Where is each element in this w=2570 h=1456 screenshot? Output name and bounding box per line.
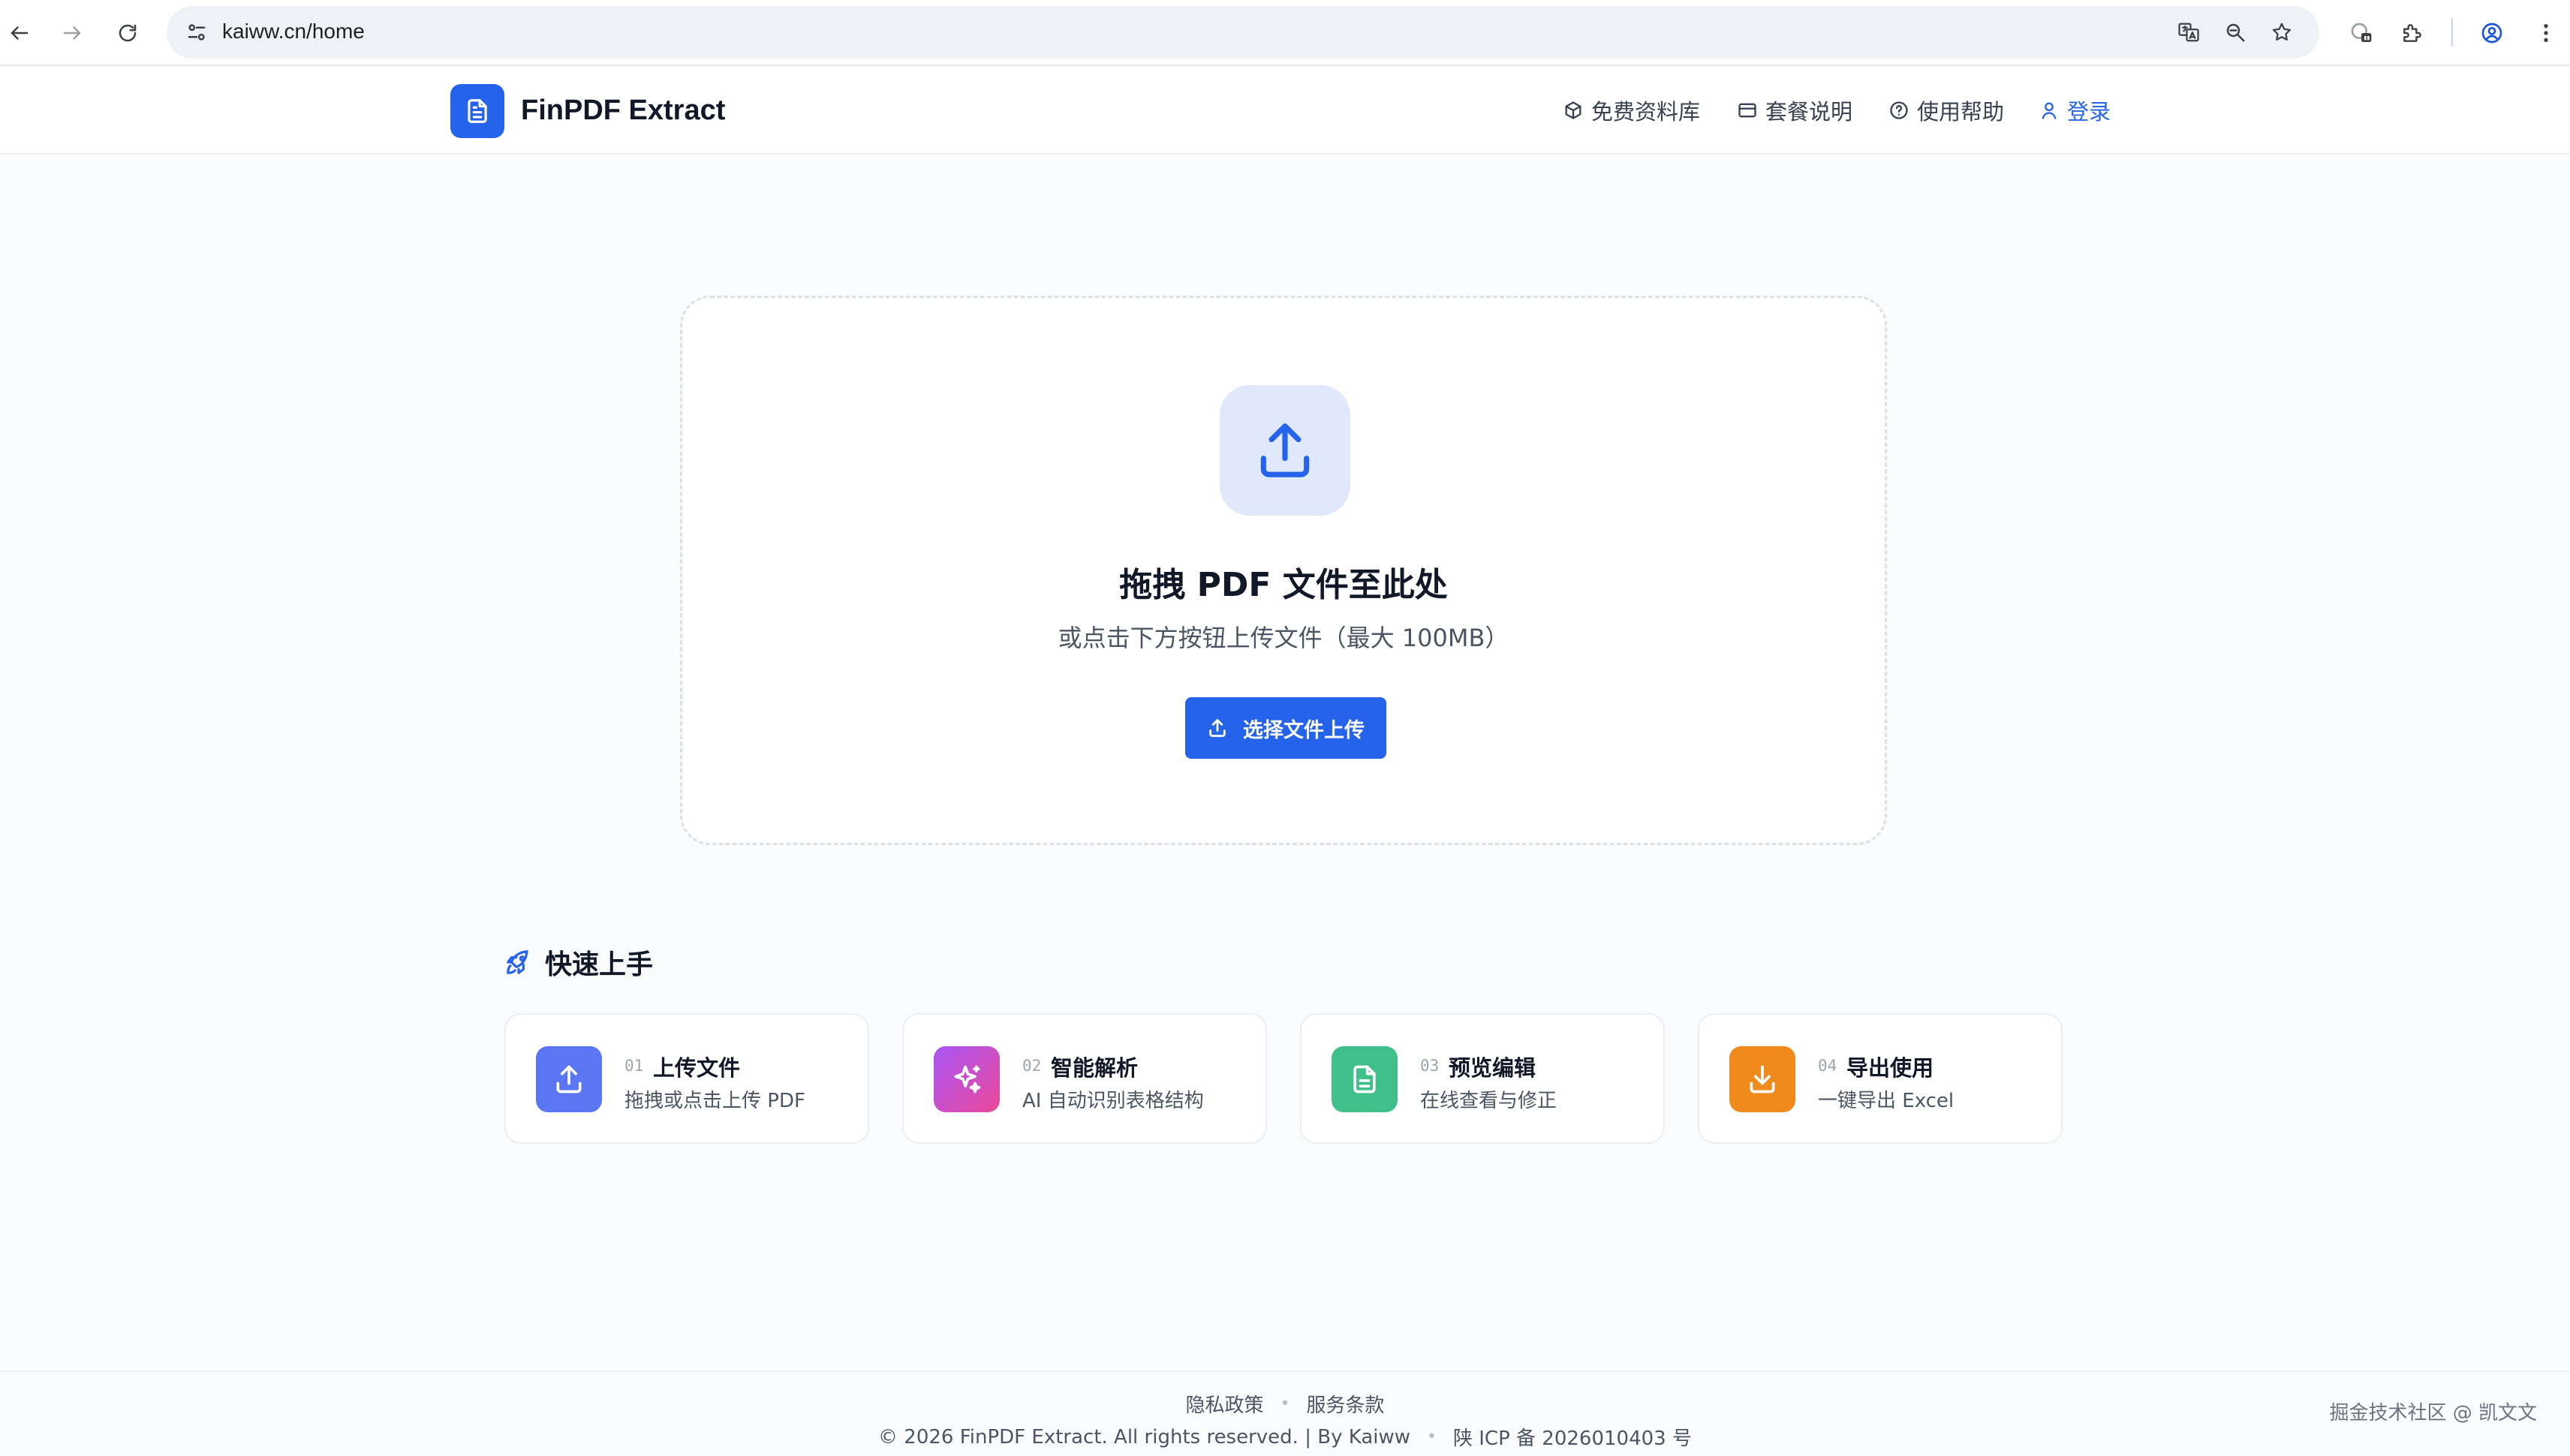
toolbar-separator: [2451, 18, 2453, 47]
arrow-left-icon: [11, 26, 29, 40]
url-text: kaiww.cn/home: [222, 20, 365, 43]
step-description: 拖拽或点击上传 PDF: [624, 1090, 805, 1112]
logo[interactable]: [450, 84, 504, 138]
step-number: 04: [1818, 1057, 1837, 1075]
translate-button[interactable]: [2172, 16, 2205, 49]
profile-icon: [2481, 23, 2502, 44]
separator-dot: •: [1280, 1394, 1290, 1413]
step-number: 02: [1022, 1057, 1042, 1075]
step-description: AI 自动识别表格结构: [1022, 1090, 1204, 1112]
extensions-menu-button[interactable]: [2394, 15, 2430, 51]
upload-icon-tile: [1220, 385, 1350, 516]
nav-help[interactable]: 使用帮助: [1888, 95, 2004, 126]
nav-plans[interactable]: 套餐说明: [1737, 95, 1852, 126]
cube-icon: [1565, 101, 1581, 119]
help-circle-icon: [1890, 101, 1908, 119]
more-vertical-icon: [2544, 24, 2548, 42]
rocket-icon: [507, 950, 528, 974]
icp-link[interactable]: 陕 ICP 备 2026010403 号: [1453, 1423, 1692, 1451]
step-card-export: 04 导出使用 一键导出 Excel: [1698, 1013, 2063, 1144]
extension-badge-icon: [2351, 23, 2372, 42]
card-icon: [1738, 103, 1756, 118]
step-title: 上传文件: [653, 1055, 741, 1081]
step-title: 导出使用: [1846, 1055, 1934, 1081]
upload-icon: [556, 1065, 582, 1094]
watermark-text: 掘金技术社区 @ 凯文文: [2329, 1402, 2537, 1424]
site-footer: 隐私政策 • 服务条款 © 2026 FinPDF Extract. All r…: [0, 1370, 2570, 1456]
nav-label: 使用帮助: [1917, 99, 2005, 125]
step-icon-tile: [934, 1046, 1000, 1112]
pdf-drop-zone[interactable]: 拖拽 PDF 文件至此处 或点击下方按钮上传文件（最大 100MB） 选择文件上…: [680, 296, 1887, 845]
tune-icon: [188, 24, 206, 41]
nav-label: 登录: [2067, 99, 2111, 125]
privacy-policy-link[interactable]: 隐私政策: [1185, 1390, 1263, 1418]
translate-icon: [2178, 23, 2199, 42]
quick-start-heading: 快速上手: [504, 943, 653, 982]
step-card-preview: 03 预览编辑 在线查看与修正: [1300, 1013, 1665, 1144]
zoom-button[interactable]: [2219, 16, 2252, 49]
address-bar[interactable]: kaiww.cn/home: [167, 6, 2319, 59]
upload-icon: [1209, 719, 1226, 737]
reload-icon: [119, 24, 137, 42]
step-card-upload: 01 上传文件 拖拽或点击上传 PDF: [504, 1013, 869, 1144]
quick-start-title: 快速上手: [545, 949, 654, 980]
footer-copyright-row: © 2026 FinPDF Extract. All rights reserv…: [0, 1423, 2570, 1451]
step-icon-tile: [1729, 1046, 1795, 1112]
select-file-upload-button[interactable]: 选择文件上传: [1185, 697, 1386, 759]
step-number: 03: [1420, 1057, 1440, 1075]
upload-icon: [1260, 423, 1310, 477]
step-icon-tile: [536, 1046, 602, 1112]
copyright-text: © 2026 FinPDF Extract. All rights reserv…: [878, 1425, 1410, 1448]
nav-label: 免费资料库: [1591, 99, 1701, 125]
step-description: 在线查看与修正: [1420, 1090, 1557, 1112]
sparkles-icon: [954, 1065, 981, 1094]
step-description: 一键导出 Excel: [1818, 1090, 1955, 1112]
download-icon: [1750, 1065, 1775, 1094]
nav-login[interactable]: 登录: [2039, 95, 2111, 126]
upload-subtitle: 或点击下方按钮上传文件（最大 100MB）: [1058, 624, 1509, 652]
bookmark-button[interactable]: [2265, 16, 2298, 49]
user-icon: [2042, 102, 2057, 119]
separator-dot: •: [1427, 1427, 1437, 1446]
terms-of-service-link[interactable]: 服务条款: [1306, 1390, 1384, 1418]
step-icon-tile: [1332, 1046, 1398, 1112]
footer-links: 隐私政策 • 服务条款: [0, 1390, 2570, 1418]
zoom-out-icon: [2226, 23, 2245, 42]
step-number: 01: [624, 1057, 644, 1075]
nav-label: 套餐说明: [1765, 99, 1853, 125]
extension-button[interactable]: [2343, 15, 2379, 51]
upload-button-label: 选择文件上传: [1243, 718, 1365, 742]
document-icon: [1353, 1065, 1376, 1094]
puzzle-icon: [2403, 24, 2421, 42]
nav-free-library[interactable]: 免费资料库: [1563, 95, 1700, 126]
back-button[interactable]: [2, 15, 38, 51]
step-card-parse: 02 智能解析 AI 自动识别表格结构: [902, 1013, 1267, 1144]
site-info-button[interactable]: [179, 14, 215, 50]
browser-menu-button[interactable]: [2528, 15, 2564, 51]
logo-text[interactable]: FinPDF Extract: [521, 95, 725, 127]
browser-toolbar: kaiww.cn/home: [0, 0, 2570, 66]
star-icon: [2272, 23, 2292, 41]
arrow-right-icon: [63, 26, 81, 40]
upload-title: 拖拽 PDF 文件至此处: [1119, 566, 1448, 604]
profile-button[interactable]: [2474, 15, 2510, 51]
document-icon: [468, 99, 487, 123]
reload-button[interactable]: [110, 15, 146, 51]
step-title: 预览编辑: [1449, 1055, 1536, 1081]
step-title: 智能解析: [1051, 1055, 1139, 1081]
site-header: FinPDF Extract 免费资料库 套餐说明 使用帮助 登录: [0, 68, 2570, 155]
forward-button[interactable]: [54, 15, 90, 51]
